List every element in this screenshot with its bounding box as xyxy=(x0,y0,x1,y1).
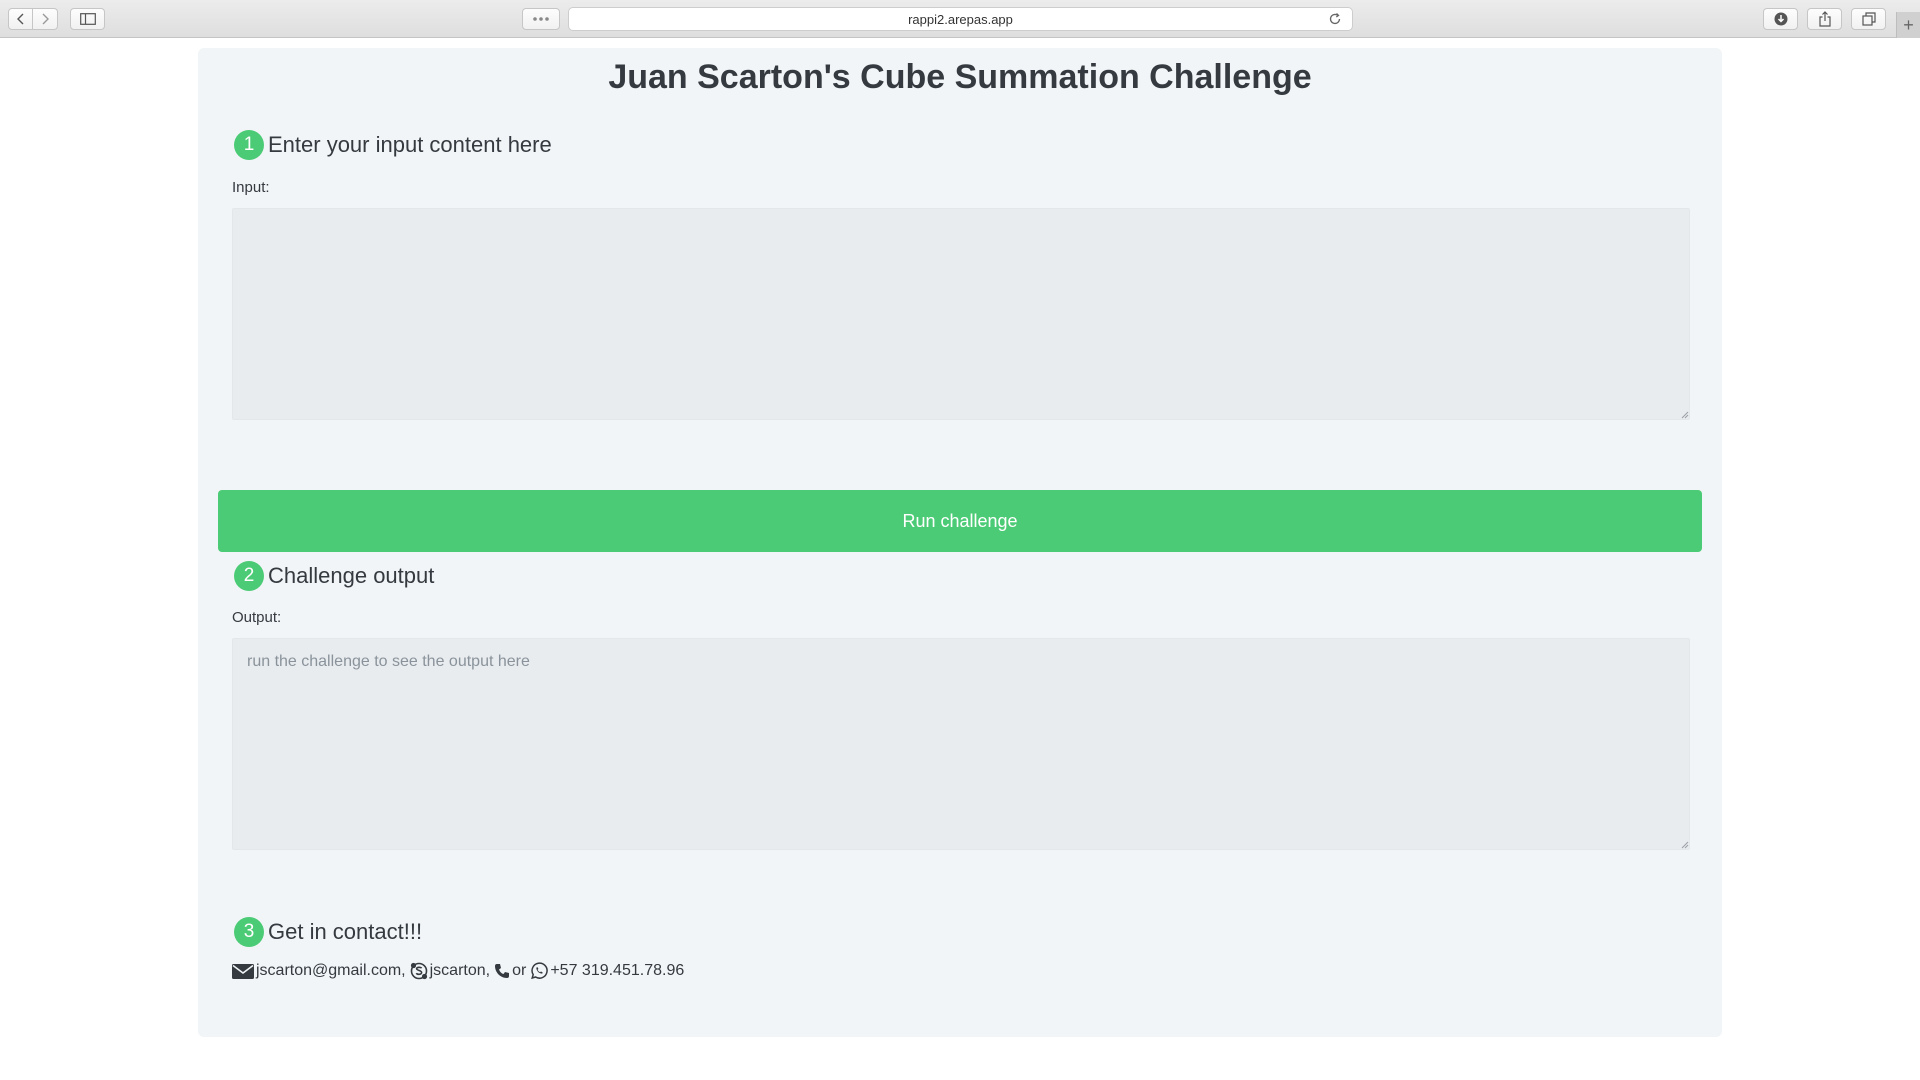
forward-button[interactable] xyxy=(33,8,58,30)
run-challenge-button[interactable]: Run challenge xyxy=(218,490,1702,552)
step-title: Enter your input content here xyxy=(268,132,552,157)
forward-icon xyxy=(42,13,49,25)
download-icon xyxy=(1774,12,1787,26)
share-icon xyxy=(1818,11,1831,27)
step-1-heading: 1 Enter your input content here xyxy=(234,130,552,160)
resize-grip-icon[interactable] xyxy=(1680,840,1689,849)
step-badge: 2 xyxy=(234,561,264,591)
page-title: Juan Scarton's Cube Summation Challenge xyxy=(608,58,1312,96)
address-bar[interactable]: rappi2.arepas.app xyxy=(568,7,1353,31)
skype-icon xyxy=(410,962,427,980)
output-label: Output: xyxy=(232,609,282,626)
sidebar-icon xyxy=(79,13,96,25)
more-icon xyxy=(533,17,549,21)
new-tab-button[interactable]: + xyxy=(1896,12,1920,38)
back-icon xyxy=(16,13,23,25)
output-textarea[interactable] xyxy=(232,638,1690,850)
share-button[interactable] xyxy=(1807,8,1842,30)
contact-info: jscarton@gmail.com, jscarton, or +57 319… xyxy=(232,962,688,980)
contact-email[interactable]: jscarton@gmail.com, xyxy=(256,962,406,980)
navigation-buttons xyxy=(8,8,59,30)
tabs-icon xyxy=(1861,12,1876,26)
step-3-heading: 3 Get in contact!!! xyxy=(234,917,422,947)
browser-toolbar: rappi2.arepas.app + xyxy=(0,0,1920,38)
tabs-button[interactable] xyxy=(1851,8,1886,30)
input-label: Input: xyxy=(232,179,270,196)
contact-or-text: or xyxy=(512,962,527,979)
sidebar-button[interactable] xyxy=(70,8,105,30)
challenge-card: Juan Scarton's Cube Summation Challenge … xyxy=(198,48,1722,1037)
download-button[interactable] xyxy=(1763,8,1798,30)
plus-icon: + xyxy=(1903,14,1914,35)
contact-phone[interactable]: +57 319.451.78.96 xyxy=(550,962,684,980)
phone-icon xyxy=(495,964,510,978)
url-text: rappi2.arepas.app xyxy=(908,11,1013,27)
more-button[interactable] xyxy=(522,8,560,30)
reload-icon[interactable] xyxy=(1328,12,1342,26)
step-2-heading: 2 Challenge output xyxy=(234,561,434,591)
step-title: Get in contact!!! xyxy=(268,919,423,944)
envelope-icon xyxy=(232,964,254,979)
input-textarea[interactable] xyxy=(232,208,1690,420)
step-title: Challenge output xyxy=(268,563,435,588)
contact-skype[interactable]: jscarton, xyxy=(430,962,490,980)
whatsapp-icon xyxy=(531,962,549,980)
resize-grip-icon[interactable] xyxy=(1680,410,1689,419)
step-badge: 1 xyxy=(234,130,264,160)
back-button[interactable] xyxy=(8,8,33,30)
step-badge: 3 xyxy=(234,917,264,947)
